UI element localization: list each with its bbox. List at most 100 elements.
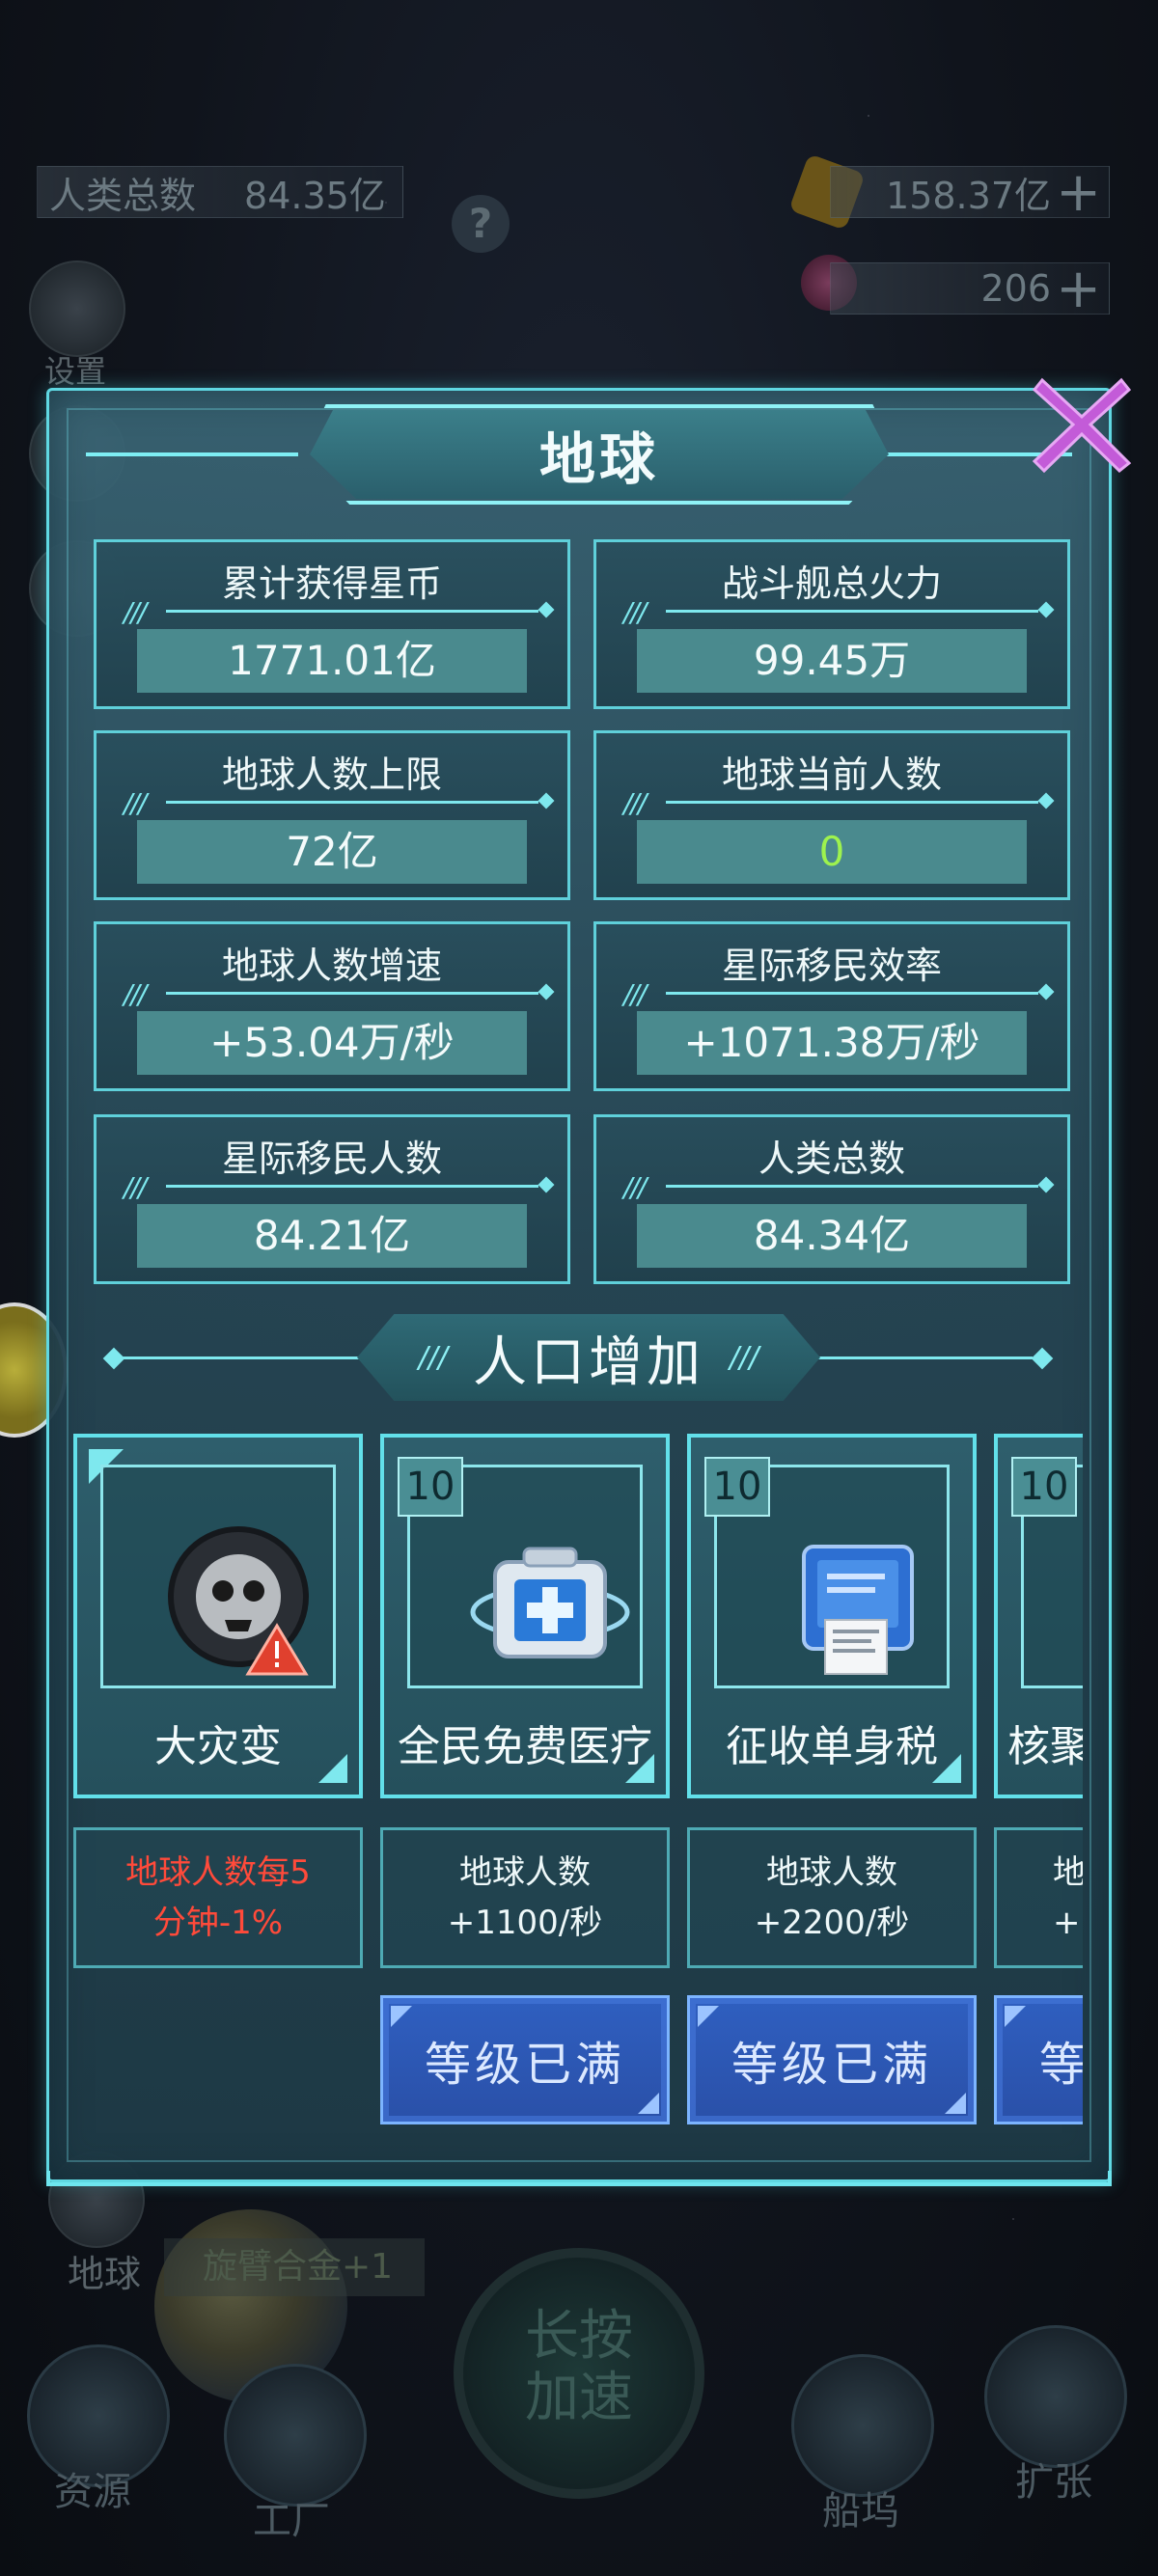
stat-label: 人类总数 [758, 1137, 905, 1180]
max-level-button-singles-tax[interactable]: 等级已满 [687, 1995, 977, 2124]
close-button[interactable] [1029, 370, 1135, 477]
human-total-value: 84.35亿 [244, 174, 386, 217]
shipyard-label: 船坞 [822, 2489, 899, 2534]
gem-bar: 206 + [830, 262, 1110, 316]
stat-ticks: /// [623, 787, 647, 819]
stat-label: 星际移民人数 [221, 1137, 442, 1180]
boost-line-1: 长按 [525, 2305, 633, 2368]
stat-value: 84.34亿 [637, 1204, 1027, 1268]
settings-label: 设置 [44, 353, 107, 390]
fusion-device-icon [1082, 1520, 1083, 1684]
factory-label: 工厂 [253, 2499, 330, 2543]
effect-line-2: 分钟-1% [152, 1904, 284, 1942]
section-title: 人口增加 [473, 1330, 704, 1394]
effect-line-2: +2200/秒 [754, 1904, 910, 1942]
factory-button[interactable] [224, 2364, 367, 2507]
shipyard-button[interactable] [791, 2354, 934, 2497]
medkit-icon [470, 1547, 630, 1658]
stat-card-human-total: 人类总数 /// 84.34亿 [593, 1114, 1070, 1284]
coin-bar: 158.37亿 + [830, 166, 1110, 220]
skill-card-singles-tax[interactable]: 10 征收单身税 [687, 1434, 977, 1798]
expand-label: 扩张 [1015, 2460, 1092, 2505]
max-level-button-fusion[interactable]: 等 [994, 1995, 1083, 2124]
stat-card-total-coins: 累计获得星币 /// 1771.01亿 [94, 539, 570, 709]
planet-reward-tag: 旋臂合金+1 [164, 2238, 425, 2296]
resource-label: 资源 [54, 2470, 131, 2514]
stat-ticks: /// [124, 1171, 147, 1203]
skill-name: 全民免费医疗 [398, 1722, 652, 1771]
add-gems-button[interactable]: + [1056, 262, 1101, 316]
stat-divider [666, 610, 1038, 613]
gem-value: 206 [980, 267, 1051, 310]
stat-ticks: /// [623, 596, 647, 628]
stat-label: 累计获得星币 [221, 562, 442, 605]
skill-effect-fusion: 地 +3 [994, 1827, 1083, 1968]
skill-card-cataclysm[interactable]: 大灾变 [73, 1434, 363, 1798]
stat-ticks: /// [124, 596, 147, 628]
human-total-bar: 人类总数 84.35亿 [37, 166, 403, 218]
skill-effect-singles-tax: 地球人数 +2200/秒 [687, 1827, 977, 1968]
skill-card-free-healthcare[interactable]: 10 全民免费医疗 [380, 1434, 670, 1798]
stat-label: 地球当前人数 [721, 754, 942, 796]
stat-value: +1071.38万/秒 [637, 1011, 1027, 1075]
title-plate: 地球 [310, 410, 889, 499]
section-ticks-right: /// [730, 1340, 759, 1375]
section-ticks-left: /// [418, 1340, 448, 1375]
stat-value: 99.45万 [637, 629, 1027, 693]
panel-bottom-edge [46, 2171, 1112, 2186]
stat-divider [166, 610, 538, 613]
skill-level-badge: 10 [704, 1457, 770, 1517]
stat-label: 地球人数增速 [221, 945, 442, 987]
boost-line-2: 加速 [525, 2367, 633, 2429]
stat-divider [666, 801, 1038, 804]
skull-warning-icon [168, 1526, 309, 1676]
earth-nav-label: 地球 [68, 2253, 142, 2295]
skill-level-badge: 10 [1011, 1457, 1077, 1517]
stat-value: 0 [637, 820, 1027, 884]
stat-label: 星际移民效率 [721, 945, 942, 987]
effect-line-1: 地 [1053, 1853, 1083, 1892]
settings-button[interactable] [29, 260, 125, 357]
skill-name: 核聚 [1007, 1722, 1083, 1771]
stat-ticks: /// [623, 978, 647, 1010]
hold-to-boost-button[interactable]: 长按 加速 [454, 2248, 704, 2499]
panel-title: 地球 [538, 426, 659, 492]
section-header: /// 人口增加 /// [357, 1314, 820, 1401]
skill-level-badge: 10 [398, 1457, 463, 1517]
max-level-button-healthcare[interactable]: 等级已满 [380, 1995, 670, 2124]
stat-divider [166, 1185, 538, 1188]
skill-name: 大灾变 [154, 1722, 282, 1771]
stat-card-population-growth: 地球人数增速 /// +53.04万/秒 [94, 921, 570, 1091]
skill-card-fusion[interactable]: 10 核聚 [994, 1434, 1083, 1798]
stat-label: 战斗舰总火力 [721, 562, 942, 605]
stat-card-fleet-firepower: 战斗舰总火力 /// 99.45万 [593, 539, 1070, 709]
effect-line-2: +1100/秒 [447, 1904, 603, 1942]
skill-cards-scroller[interactable]: 大灾变 地球人数每5 分钟-1% 10 全民免费医疗 地球人数 +1100/秒 … [73, 1434, 1083, 2138]
effect-line-1: 地球人数每5 [125, 1853, 311, 1892]
stat-divider [666, 1185, 1038, 1188]
effect-line-1: 地球人数 [766, 1853, 897, 1892]
stat-value: 1771.01亿 [137, 629, 527, 693]
effect-line-1: 地球人数 [459, 1853, 591, 1892]
stat-divider [166, 992, 538, 995]
close-icon [1032, 377, 1132, 474]
stat-card-population-cap: 地球人数上限 /// 72亿 [94, 730, 570, 900]
stat-divider [666, 992, 1038, 995]
stat-ticks: /// [124, 978, 147, 1010]
expand-button[interactable] [984, 2325, 1127, 2468]
skill-effect-free-healthcare: 地球人数 +1100/秒 [380, 1827, 670, 1968]
stat-card-current-population: 地球当前人数 /// 0 [593, 730, 1070, 900]
stat-value: 84.21亿 [137, 1204, 527, 1268]
title-divider-left [86, 452, 298, 456]
effect-line-2: +3 [1053, 1904, 1083, 1942]
section-divider-right [811, 1357, 1033, 1359]
help-icon[interactable]: ? [452, 195, 510, 253]
add-coins-button[interactable]: + [1056, 166, 1101, 220]
stat-divider [166, 801, 538, 804]
stat-value: +53.04万/秒 [137, 1011, 527, 1075]
stat-value: 72亿 [137, 820, 527, 884]
skill-effect-cataclysm: 地球人数每5 分钟-1% [73, 1827, 363, 1968]
stat-card-migration-rate: 星际移民效率 /// +1071.38万/秒 [593, 921, 1070, 1091]
human-total-label: 人类总数 [49, 174, 197, 217]
skill-name: 征收单身税 [726, 1722, 938, 1771]
